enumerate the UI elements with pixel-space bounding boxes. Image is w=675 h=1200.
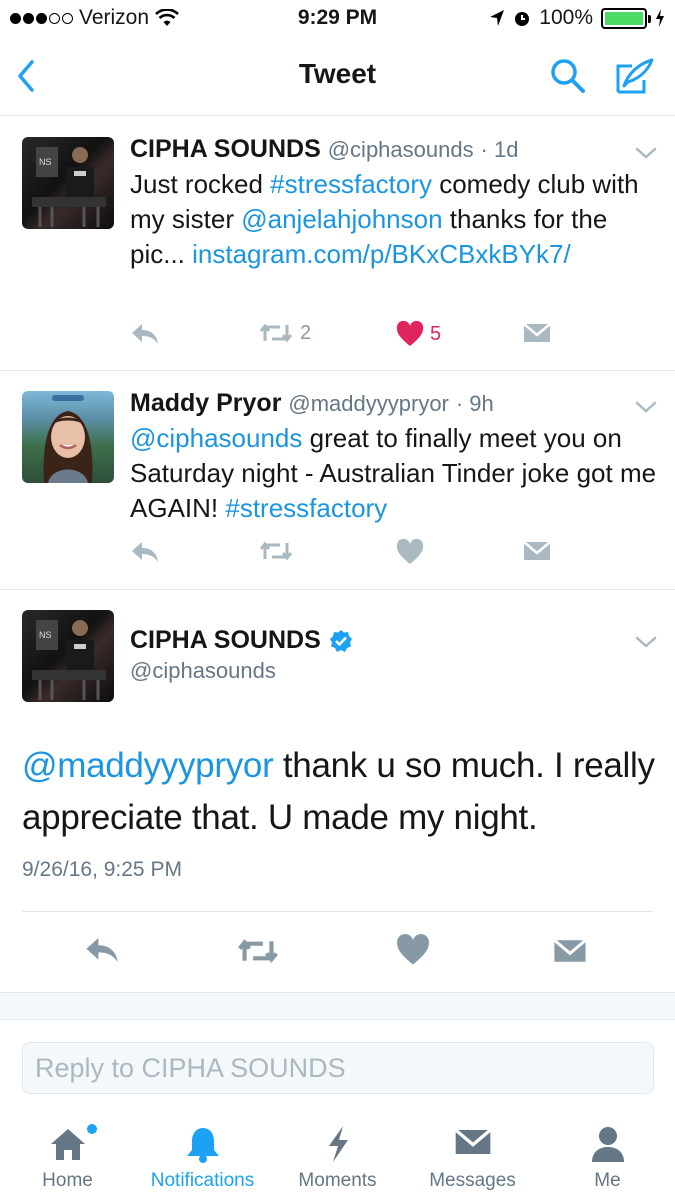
reply-icon	[132, 324, 158, 344]
tweet-actions	[130, 539, 560, 571]
retweet-button[interactable]	[258, 539, 294, 563]
svg-text:NS: NS	[39, 157, 52, 167]
tweet-timestamp: 9/26/16, 9:25 PM	[22, 858, 182, 881]
tweet-age: · 9h	[455, 391, 494, 416]
user-handle[interactable]: @ciphasounds	[130, 658, 276, 684]
tab-bar: Home Notifications Moments Messages Me	[0, 1110, 675, 1200]
like-button[interactable]	[396, 539, 424, 565]
url-link[interactable]: instagram.com/p/BKxCBxkBYk7/	[192, 239, 571, 269]
avatar[interactable]: NS	[22, 137, 114, 229]
user-handle[interactable]: @ciphasounds	[328, 137, 474, 162]
battery-percent: 100%	[539, 6, 593, 29]
tab-messages[interactable]: Messages	[405, 1110, 540, 1200]
tweet-text-part: Just rocked	[130, 169, 271, 199]
envelope-icon	[523, 541, 551, 560]
mention-link[interactable]: @maddyyypryor	[22, 746, 274, 785]
user-handle[interactable]: @maddyyypryor	[288, 391, 449, 416]
bell-icon	[186, 1128, 219, 1163]
reply-button[interactable]	[130, 321, 160, 347]
mention-link[interactable]: @ciphasounds	[130, 423, 302, 453]
search-icon[interactable]	[548, 56, 588, 96]
reply-icon[interactable]	[84, 934, 120, 966]
tab-label: Notifications	[150, 1170, 255, 1191]
retweet-icon[interactable]	[236, 936, 280, 966]
reply-input[interactable]	[23, 1043, 653, 1093]
alarm-icon	[515, 12, 530, 26]
battery-icon	[601, 7, 651, 29]
like-button[interactable]: 5	[396, 321, 441, 347]
user-name[interactable]: CIPHA SOUNDS	[130, 626, 321, 655]
tweet-header: Maddy Pryor @maddyyypryor · 9h	[130, 389, 494, 418]
tab-moments[interactable]: Moments	[270, 1110, 405, 1200]
envelope-icon[interactable]	[552, 936, 588, 966]
retweet-button[interactable]: 2	[258, 321, 311, 345]
tweet-cell[interactable]: NS CIPHA SOUNDS @ciphasounds · 1d Just r…	[0, 117, 675, 371]
heart-icon[interactable]	[396, 934, 430, 966]
status-bar: Verizon 9:29 PM 100%	[0, 0, 675, 38]
tweet-actions: 2 5	[130, 321, 560, 353]
hashtag-link[interactable]: #stressfactory	[225, 493, 387, 523]
hashtag-link[interactable]: #stressfactory	[270, 169, 432, 199]
tweet-age: · 1d	[480, 137, 519, 162]
direct-message-button[interactable]	[522, 321, 552, 345]
user-name-row[interactable]: CIPHA SOUNDS	[130, 626, 353, 655]
direct-message-button[interactable]	[522, 539, 552, 563]
tab-label: Messages	[429, 1170, 516, 1191]
mention-link[interactable]: @anjelahjohnson	[241, 204, 442, 234]
charging-bolt-icon	[656, 9, 664, 27]
user-name[interactable]: CIPHA SOUNDS	[130, 135, 321, 163]
person-icon	[591, 1127, 624, 1162]
tweet-text: @ciphasounds great to finally meet you o…	[130, 421, 660, 526]
tab-label: Me	[594, 1170, 621, 1191]
tab-me[interactable]: Me	[540, 1110, 675, 1200]
user-name[interactable]: Maddy Pryor	[130, 389, 281, 417]
tweet-text: @maddyyypryor thank u so much. I really …	[22, 740, 662, 844]
reply-button[interactable]	[130, 539, 160, 565]
unread-dot	[87, 1124, 97, 1134]
heart-icon	[396, 321, 424, 346]
tweet-cell[interactable]: Maddy Pryor @maddyyypryor · 9h @ciphasou…	[0, 371, 675, 590]
avatar[interactable]	[22, 391, 114, 483]
compose-icon[interactable]	[612, 54, 656, 98]
tab-notifications[interactable]: Notifications	[135, 1110, 270, 1200]
chevron-down-icon[interactable]	[634, 399, 658, 415]
heart-icon	[396, 539, 424, 564]
tab-label: Moments	[298, 1170, 377, 1191]
lightning-icon	[328, 1126, 348, 1162]
svg-text:NS: NS	[39, 630, 52, 640]
nav-bar: Tweet	[0, 38, 675, 116]
tweet-actions	[0, 930, 675, 974]
tab-label: Home	[42, 1170, 93, 1191]
retweet-icon	[259, 323, 293, 343]
status-indicators: 100%	[489, 6, 665, 30]
retweet-icon	[259, 541, 293, 561]
reply-box[interactable]	[22, 1042, 654, 1094]
reply-icon	[132, 542, 158, 562]
envelope-icon	[523, 323, 551, 342]
envelope-icon	[454, 1128, 491, 1154]
retweet-count: 2	[300, 321, 312, 344]
avatar[interactable]: NS	[22, 610, 114, 702]
divider	[22, 911, 653, 912]
tab-home[interactable]: Home	[0, 1110, 135, 1200]
like-count: 5	[430, 322, 442, 345]
section-separator	[0, 992, 675, 1020]
chevron-down-icon[interactable]	[634, 634, 658, 650]
tweet-header: CIPHA SOUNDS @ciphasounds · 1d	[130, 135, 518, 164]
verified-badge-icon	[329, 629, 352, 652]
location-arrow-icon	[490, 10, 505, 26]
home-icon	[50, 1129, 85, 1160]
chevron-down-icon[interactable]	[634, 145, 658, 161]
tweet-text: Just rocked #stressfactory comedy club w…	[130, 167, 660, 272]
